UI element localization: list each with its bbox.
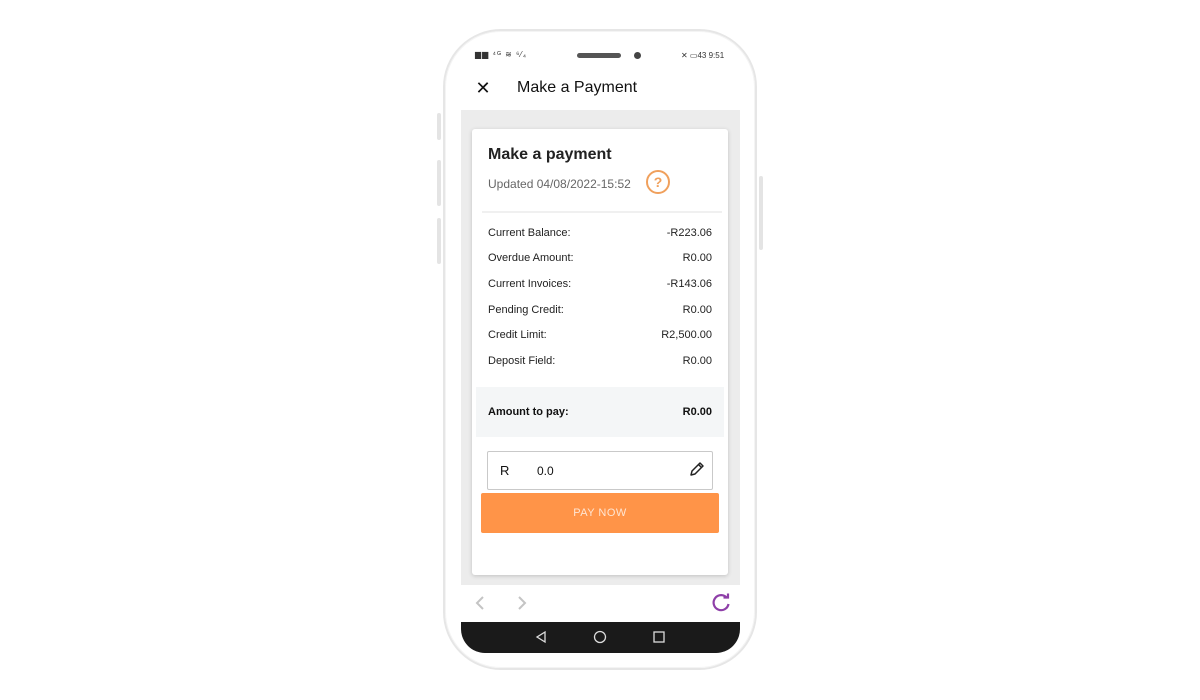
speaker-grille <box>577 53 621 58</box>
overdue-amount-value: R0.00 <box>682 252 712 264</box>
back-arrow-icon[interactable] <box>470 592 490 614</box>
forward-arrow-icon[interactable] <box>512 592 532 614</box>
overdue-amount-label: Overdue Amount: <box>488 252 574 264</box>
amount-to-pay-value: R0.00 <box>682 406 712 418</box>
current-invoices-value: -R143.06 <box>666 278 712 290</box>
amount-to-pay-label: Amount to pay: <box>488 406 569 418</box>
volume-up-side-button <box>437 113 441 140</box>
front-camera <box>634 52 641 59</box>
android-back-icon[interactable] <box>534 630 548 644</box>
power-side-button <box>759 176 763 250</box>
pencil-icon[interactable] <box>688 460 706 478</box>
pending-credit-value: R0.00 <box>682 304 712 316</box>
help-icon[interactable]: ? <box>646 170 670 194</box>
volume-down-side-button <box>437 160 441 206</box>
current-balance-label: Current Balance: <box>488 227 571 239</box>
card-title: Make a payment <box>488 146 612 163</box>
status-bar-left: ▆▆ ⁴ᴳ ≋ ⁶⁄₄ <box>475 50 527 59</box>
refresh-icon[interactable] <box>710 592 732 614</box>
currency-prefix: R <box>500 463 510 478</box>
close-icon[interactable]: ✕ <box>474 78 492 98</box>
side-button <box>437 218 441 264</box>
deposit-field-label: Deposit Field: <box>488 355 556 367</box>
deposit-field-value: R0.00 <box>682 355 712 367</box>
updated-timestamp: Updated 04/08/2022-15:52 <box>488 177 631 191</box>
pay-now-button[interactable]: PAY NOW <box>481 493 719 533</box>
android-home-icon[interactable] <box>593 630 607 644</box>
credit-limit-label: Credit Limit: <box>488 329 547 341</box>
status-bar-right: ✕ ▭43 9:51 <box>681 51 725 60</box>
page-title: Make a Payment <box>517 79 638 96</box>
card-divider <box>482 211 722 213</box>
pending-credit-label: Pending Credit: <box>488 304 564 316</box>
payment-amount-value[interactable]: 0.0 <box>537 464 554 478</box>
current-invoices-label: Current Invoices: <box>488 278 572 290</box>
credit-limit-value: R2,500.00 <box>661 329 712 341</box>
payment-amount-input[interactable] <box>487 451 713 490</box>
android-recents-icon[interactable] <box>652 630 666 644</box>
current-balance-value: -R223.06 <box>666 227 712 239</box>
